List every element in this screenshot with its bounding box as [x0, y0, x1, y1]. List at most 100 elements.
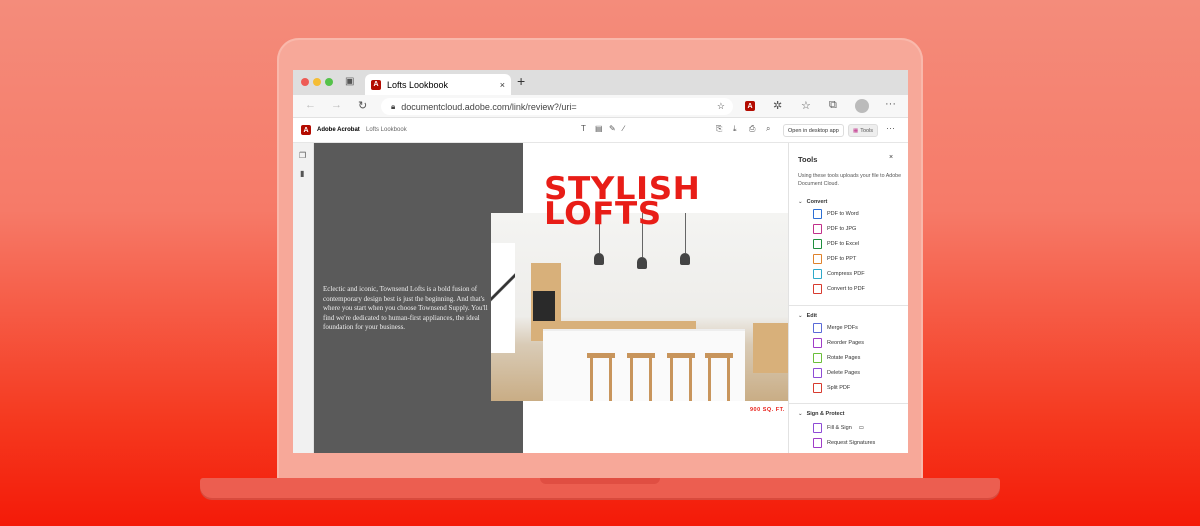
tool-item[interactable]: Split PDF — [813, 383, 850, 393]
favorite-icon[interactable]: ☆ — [717, 101, 725, 112]
tool-item[interactable]: Fill & Sign ▭ — [813, 423, 864, 433]
search-icon[interactable]: ⌕ — [766, 124, 770, 134]
tool-icon — [813, 423, 822, 433]
text-tool-icon[interactable]: T — [581, 124, 586, 133]
new-tab-button[interactable]: + — [517, 73, 525, 89]
tool-label: Delete Pages — [827, 370, 861, 376]
tools-panel-title: Tools — [798, 155, 818, 164]
collections-icon[interactable]: ⧉ — [829, 99, 837, 112]
chevron-down-icon: ⌄ — [798, 313, 803, 319]
tool-label: Reorder Pages — [827, 340, 864, 346]
tool-item[interactable]: Request Signatures — [813, 438, 875, 448]
forward-icon[interactable]: → — [331, 99, 342, 111]
url-input[interactable]: 🔒︎ documentcloud.adobe.com/link/review?/… — [381, 98, 733, 115]
bar-stool — [705, 353, 733, 401]
tab-title: Lofts Lookbook — [387, 79, 449, 90]
laptop-base — [200, 478, 1000, 498]
tool-item[interactable]: PDF to Word — [813, 209, 859, 219]
chevron-down-icon: ⌄ — [798, 199, 803, 205]
page-right-panel: STYLISH LOFTS 900 SQ. FT. — [491, 143, 788, 453]
section-label: Sign & Protect — [806, 411, 845, 417]
section-label: Edit — [806, 313, 817, 319]
document-title: STYLISH LOFTS — [544, 174, 700, 230]
pendant-lamp — [594, 253, 604, 265]
pendant-lamp — [680, 253, 690, 265]
close-tools-button[interactable]: × — [889, 154, 893, 161]
tool-icon — [813, 224, 822, 234]
extensions-icon[interactable]: ✲ — [773, 99, 782, 112]
acrobat-menu-button[interactable]: ··· — [886, 123, 895, 133]
tool-icon — [813, 368, 822, 378]
tools-panel: Tools × Using these tools uploads your f… — [788, 143, 908, 453]
acrobat-logo: A — [301, 125, 311, 135]
open-desktop-app-button[interactable]: Open in desktop app — [783, 124, 844, 137]
chevron-down-icon: ⌄ — [798, 411, 803, 417]
highlight-icon[interactable]: ✎ — [609, 124, 616, 133]
tool-icon — [813, 383, 822, 393]
print-icon[interactable]: ⎙ — [749, 124, 755, 134]
desktop-icon: ▭ — [858, 425, 864, 431]
tool-label: Fill & Sign — [827, 425, 852, 431]
share-icon[interactable]: ⎘ — [716, 124, 722, 134]
tool-icon — [813, 353, 822, 363]
acrobat-toolbar: A Adobe Acrobat Lofts Lookbook T ▤ ✎ ∕ ⎘… — [293, 118, 908, 143]
pendant-lamp — [637, 257, 647, 269]
tool-item[interactable]: Merge PDFs — [813, 323, 858, 333]
section-header[interactable]: ⌄ Convert — [798, 199, 827, 205]
avatar[interactable] — [855, 99, 869, 113]
tool-item[interactable]: PDF to JPG — [813, 224, 856, 234]
tool-label: Convert to PDF — [827, 286, 865, 292]
tool-icon — [813, 254, 822, 264]
tools-grid-icon: ▦ — [853, 127, 859, 134]
tool-item[interactable]: PDF to Excel — [813, 239, 859, 249]
app-name: Adobe Acrobat — [317, 127, 360, 133]
tab-lofts-lookbook[interactable]: A Lofts Lookbook × — [365, 74, 511, 95]
maximize-window-button[interactable] — [325, 78, 333, 86]
tool-item[interactable]: Reorder Pages — [813, 338, 864, 348]
tool-label: PDF to Word — [827, 211, 859, 217]
sidebar-toggle-icon[interactable]: ▣ — [345, 76, 354, 87]
tool-item[interactable]: Convert to PDF — [813, 284, 865, 294]
favorites-icon[interactable]: ☆ — [801, 99, 811, 112]
section-header[interactable]: ⌄ Edit — [798, 313, 817, 319]
tool-label: PDF to Excel — [827, 241, 860, 247]
tools-button[interactable]: ▦ Tools — [848, 124, 879, 137]
oven — [533, 291, 555, 321]
reload-icon[interactable]: ↻ — [358, 99, 367, 112]
comment-icon[interactable]: ▤ — [595, 124, 603, 133]
url-text: documentcloud.adobe.com/link/review?/uri… — [401, 101, 577, 112]
draw-icon[interactable]: ∕ — [623, 124, 624, 133]
tool-label: PDF to PPT — [827, 256, 857, 262]
section-header[interactable]: ⌄ Sign & Protect — [798, 411, 845, 417]
section-divider — [789, 403, 908, 404]
tool-item[interactable]: Rotate Pages — [813, 353, 860, 363]
page-blurb: Eclectic and iconic, Townsend Lofts is a… — [323, 285, 488, 331]
lock-icon: 🔒︎ — [391, 101, 396, 111]
tool-label: Rotate Pages — [827, 355, 861, 361]
download-icon[interactable]: ⤓ — [733, 124, 737, 134]
pages-icon[interactable]: ❐ — [299, 151, 306, 160]
tool-icon — [813, 269, 822, 279]
tool-icon — [813, 323, 822, 333]
close-window-button[interactable] — [301, 78, 309, 86]
tool-icon — [813, 338, 822, 348]
bookmark-icon[interactable]: ▮ — [300, 169, 304, 178]
tool-icon — [813, 284, 822, 294]
tab-bar: ▣ A Lofts Lookbook × + — [293, 70, 908, 95]
tools-description: Using these tools uploads your file to A… — [798, 173, 902, 187]
minimize-window-button[interactable] — [313, 78, 321, 86]
tool-icon — [813, 438, 822, 448]
tool-label: Request Signatures — [827, 440, 876, 446]
address-bar-row: ← → ↻ 🔒︎ documentcloud.adobe.com/link/re… — [293, 95, 908, 118]
document-name: Lofts Lookbook — [366, 127, 407, 133]
tool-item[interactable]: Compress PDF — [813, 269, 865, 279]
close-tab-button[interactable]: × — [500, 80, 505, 90]
tool-item[interactable]: PDF to PPT — [813, 254, 856, 264]
tool-icon — [813, 239, 822, 249]
side-cabinet — [753, 323, 788, 373]
bar-stool — [627, 353, 655, 401]
back-icon[interactable]: ← — [305, 99, 316, 111]
acrobat-extension-icon[interactable]: A — [745, 101, 755, 111]
browser-menu-button[interactable]: ··· — [885, 98, 896, 110]
tool-item[interactable]: Delete Pages — [813, 368, 860, 378]
